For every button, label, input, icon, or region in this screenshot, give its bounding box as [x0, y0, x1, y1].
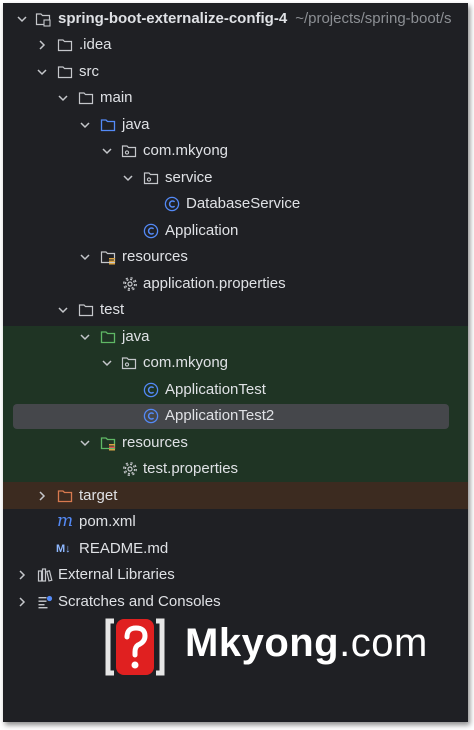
- tree-row-pom[interactable]: m pom.xml: [3, 509, 468, 535]
- tree-label-test-resources: resources: [122, 434, 188, 451]
- tree-label-application-test: ApplicationTest: [165, 381, 266, 398]
- tree-label-test: test: [100, 301, 125, 318]
- chevron-right-icon[interactable]: [15, 595, 29, 609]
- tree-row-application-test2[interactable]: ApplicationTest2: [3, 403, 468, 429]
- chevron-down-icon[interactable]: [78, 250, 92, 264]
- tree-row-external-libraries[interactable]: External Libraries: [3, 562, 468, 588]
- project-name: spring-boot-externalize-config-4: [58, 10, 288, 27]
- tree-label-target: target: [79, 487, 118, 504]
- chevron-down-icon[interactable]: [15, 12, 29, 26]
- wordmark-domain: .com: [339, 621, 428, 665]
- gear-icon: [123, 277, 137, 291]
- tree-row-test[interactable]: test: [3, 297, 468, 323]
- tree-row-app-properties[interactable]: application.properties: [3, 271, 468, 297]
- tree-row-test-java[interactable]: java: [3, 324, 468, 350]
- source-folder-icon: [100, 119, 116, 132]
- excluded-folder-icon: [57, 490, 73, 503]
- tree-row-target[interactable]: target: [3, 483, 468, 509]
- chevron-down-icon[interactable]: [100, 356, 114, 370]
- chevron-down-icon[interactable]: [56, 303, 70, 317]
- project-path: ~/projects/spring-boot/s: [295, 10, 452, 27]
- tree-row-main-java[interactable]: java: [3, 112, 468, 138]
- tree-label-application: Application: [165, 222, 239, 239]
- tree-label-test-properties: test.properties: [143, 460, 239, 477]
- class-icon: [143, 408, 159, 424]
- tree-label-scratches: Scratches and Consoles: [58, 593, 221, 610]
- chevron-down-icon[interactable]: [78, 118, 92, 132]
- project-tool-window: spring-boot-externalize-config-4 ~/projec…: [3, 3, 468, 722]
- tree-row-service[interactable]: service: [3, 165, 468, 191]
- folder-icon: [78, 92, 94, 105]
- chevron-down-icon[interactable]: [121, 171, 135, 185]
- chevron-down-icon[interactable]: [56, 91, 70, 105]
- tree-label-application-test2: ApplicationTest2: [165, 407, 275, 424]
- tree-label-service: service: [165, 169, 213, 186]
- test-resources-folder-icon: [100, 437, 116, 451]
- tree-row-readme[interactable]: M↓ README.md: [3, 536, 468, 562]
- chevron-right-icon[interactable]: [35, 38, 49, 52]
- tree-label-database-service: DatabaseService: [186, 195, 301, 212]
- tree-label-readme: README.md: [79, 540, 169, 557]
- folder-icon: [57, 66, 73, 79]
- tree-row-test-properties[interactable]: test.properties: [3, 456, 468, 482]
- tree-label-test-java: java: [122, 328, 150, 345]
- package-icon: [121, 145, 137, 158]
- tree-label-idea: .idea: [79, 36, 112, 53]
- tree-label-main: main: [100, 89, 133, 106]
- tree-row-test-resources[interactable]: resources: [3, 430, 468, 456]
- tree-row-test-package[interactable]: com.mkyong: [3, 350, 468, 376]
- chevron-right-icon[interactable]: [15, 568, 29, 582]
- chevron-down-icon[interactable]: [35, 65, 49, 79]
- chevron-down-icon[interactable]: [78, 330, 92, 344]
- folder-icon: [57, 39, 73, 52]
- tree-label-main-java: java: [122, 116, 150, 133]
- tree-label-main-resources: resources: [122, 248, 188, 265]
- tree-row-main-package[interactable]: com.mkyong: [3, 138, 468, 164]
- package-icon: [121, 357, 137, 370]
- tree-row-application[interactable]: Application: [3, 218, 468, 244]
- tree-row-main[interactable]: main: [3, 85, 468, 111]
- scratches-icon: [38, 595, 53, 609]
- libraries-icon: [37, 568, 53, 582]
- tree-row-project[interactable]: spring-boot-externalize-config-4 ~/projec…: [3, 6, 468, 32]
- tree-label-main-package: com.mkyong: [143, 142, 229, 159]
- class-icon: [164, 196, 180, 212]
- maven-icon: m: [57, 511, 74, 531]
- tree-label-pom: pom.xml: [79, 513, 136, 530]
- folder-icon: [78, 304, 94, 317]
- project-folder-icon: [35, 13, 51, 27]
- chevron-right-icon[interactable]: [35, 489, 49, 503]
- tree-label-external-libraries: External Libraries: [58, 566, 175, 583]
- test-source-folder-icon: [100, 331, 116, 344]
- mkyong-wordmark: Mkyong.com: [185, 621, 428, 666]
- tree-row-main-resources[interactable]: resources: [3, 244, 468, 270]
- package-icon: [143, 172, 159, 185]
- gear-icon: [123, 462, 137, 476]
- resources-folder-icon: [100, 251, 116, 265]
- tree-label-test-package: com.mkyong: [143, 354, 229, 371]
- chevron-down-icon[interactable]: [78, 436, 92, 450]
- tree-row-application-test[interactable]: ApplicationTest: [3, 377, 468, 403]
- project-name-label: spring-boot-externalize-config-4 ~/projec…: [58, 10, 452, 28]
- markdown-icon: M↓: [56, 543, 71, 555]
- tree-row-src[interactable]: src: [3, 59, 468, 85]
- wordmark-brand: Mkyong: [185, 621, 340, 665]
- tree-label-app-properties: application.properties: [143, 275, 286, 292]
- chevron-down-icon[interactable]: [100, 144, 114, 158]
- class-icon: [143, 382, 159, 398]
- tree-row-scratches[interactable]: Scratches and Consoles: [3, 589, 468, 615]
- tree-row-idea[interactable]: .idea: [3, 32, 468, 58]
- tree-label-src: src: [79, 63, 99, 80]
- class-icon: [143, 223, 159, 239]
- tree-row-database-service[interactable]: DatabaseService: [3, 191, 468, 217]
